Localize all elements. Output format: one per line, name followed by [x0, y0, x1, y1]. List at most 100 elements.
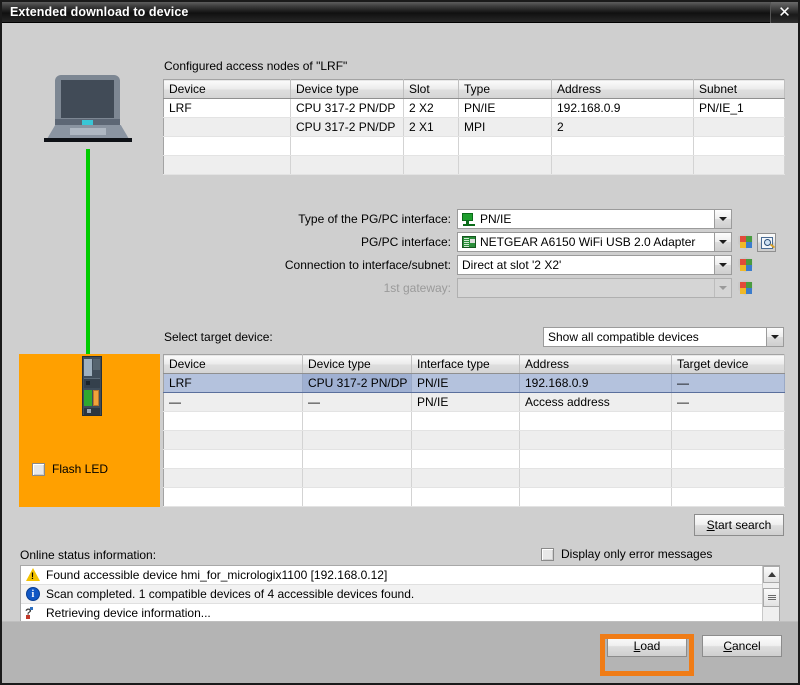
start-search-label: Start search — [707, 518, 772, 532]
display-only-error-messages-checkbox[interactable]: Display only error messages — [541, 547, 712, 561]
cell — [520, 431, 672, 450]
status-message-text: Scan completed. 1 compatible devices of … — [46, 587, 414, 601]
chevron-down-icon[interactable] — [714, 233, 731, 251]
first-gateway-label: 1st gateway: — [163, 281, 451, 295]
cell: — — [164, 393, 303, 412]
col-device[interactable]: Device — [164, 355, 303, 374]
laptop-device-icon — [44, 75, 132, 151]
cell — [164, 118, 291, 137]
network-query-icon: ? — [25, 606, 41, 620]
cell: PN/IE — [412, 374, 520, 393]
table-row[interactable]: LRF CPU 317-2 PN/DP PN/IE 192.168.0.9 — — [164, 374, 785, 393]
close-button[interactable]: ✕ — [770, 2, 798, 23]
interface-properties-button[interactable] — [757, 233, 776, 252]
windows-shield-icon[interactable] — [738, 257, 753, 273]
cell — [412, 431, 520, 450]
chevron-down-icon — [714, 279, 731, 297]
flash-led-checkbox-box[interactable] — [32, 463, 45, 476]
type-of-pgpc-interface-row: Type of the PG/PC interface: PN/IE — [163, 209, 784, 229]
type-of-pgpc-interface-select[interactable]: PN/IE — [457, 209, 732, 229]
col-interface-type[interactable]: Interface type — [412, 355, 520, 374]
cell: Access address — [520, 393, 672, 412]
cancel-button[interactable]: Cancel — [702, 635, 782, 657]
load-button[interactable]: Load — [607, 635, 687, 657]
connection-line-icon — [86, 149, 90, 389]
col-address[interactable]: Address — [552, 80, 694, 99]
cell — [303, 431, 412, 450]
cell — [694, 156, 785, 175]
chevron-down-icon[interactable] — [766, 328, 783, 346]
table-row[interactable] — [164, 156, 785, 175]
type-of-pgpc-interface-label: Type of the PG/PC interface: — [163, 212, 451, 226]
cell — [459, 156, 552, 175]
device-filter-select[interactable]: Show all compatible devices — [543, 327, 784, 347]
cell — [412, 488, 520, 507]
pgpc-interface-select[interactable]: NETGEAR A6150 WiFi USB 2.0 Adapter — [457, 232, 732, 252]
windows-shield-icon[interactable] — [738, 234, 753, 250]
display-only-error-messages-box[interactable] — [541, 548, 554, 561]
cell: CPU 317-2 PN/DP — [291, 99, 404, 118]
cell: — — [672, 374, 785, 393]
cell — [164, 156, 291, 175]
cell — [303, 488, 412, 507]
list-item[interactable]: i Scan completed. 1 compatible devices o… — [21, 585, 779, 604]
load-label: Load — [634, 639, 661, 653]
cell: 2 X1 — [404, 118, 459, 137]
display-only-error-messages-label: Display only error messages — [561, 547, 712, 561]
scroll-up-icon[interactable] — [763, 566, 780, 583]
table-row[interactable] — [164, 431, 785, 450]
table-row[interactable] — [164, 469, 785, 488]
target-device-highlight-panel: Flash LED — [19, 354, 160, 507]
cell — [404, 137, 459, 156]
connection-to-subnet-select[interactable]: Direct at slot '2 X2' — [457, 255, 732, 275]
cell — [412, 450, 520, 469]
info-icon: i — [25, 587, 41, 601]
list-item[interactable]: ! Found accessible device hmi_for_microl… — [21, 566, 779, 585]
first-gateway-select — [457, 278, 732, 298]
cell — [303, 412, 412, 431]
type-of-pgpc-interface-value: PN/IE — [480, 212, 531, 226]
flash-led-checkbox[interactable]: Flash LED — [32, 462, 108, 476]
col-slot[interactable]: Slot — [404, 80, 459, 99]
extended-download-dialog: Extended download to device ✕ — [0, 0, 800, 685]
chevron-down-icon[interactable] — [714, 256, 731, 274]
dialog-body: Flash LED Configured access nodes of "LR… — [2, 23, 798, 621]
cell — [164, 431, 303, 450]
col-subnet[interactable]: Subnet — [694, 80, 785, 99]
table-row[interactable]: LRF CPU 317-2 PN/DP 2 X2 PN/IE 192.168.0… — [164, 99, 785, 118]
table-row[interactable] — [164, 488, 785, 507]
table-row[interactable]: — — PN/IE Access address — — [164, 393, 785, 412]
scroll-thumb[interactable] — [763, 588, 780, 607]
col-target-device[interactable]: Target device — [672, 355, 785, 374]
connection-to-subnet-label: Connection to interface/subnet: — [163, 258, 451, 272]
cell: PN/IE — [412, 393, 520, 412]
table-row[interactable] — [164, 412, 785, 431]
device-graphics-panel: Flash LED — [2, 23, 162, 598]
windows-shield-icon[interactable] — [738, 280, 753, 296]
table-row[interactable] — [164, 137, 785, 156]
col-device-type[interactable]: Device type — [303, 355, 412, 374]
online-status-label: Online status information: — [20, 548, 156, 562]
chevron-down-icon[interactable] — [714, 210, 731, 228]
col-type[interactable]: Type — [459, 80, 552, 99]
cell — [672, 412, 785, 431]
status-message-text: Found accessible device hmi_for_microlog… — [46, 568, 387, 582]
load-rest: oad — [640, 639, 660, 653]
cell: PN/IE — [459, 99, 552, 118]
cell — [520, 488, 672, 507]
connection-to-subnet-value: Direct at slot '2 X2' — [462, 258, 581, 272]
dialog-footer: Load Cancel — [2, 621, 798, 683]
cell — [672, 450, 785, 469]
access-nodes-table: Device Device type Slot Type Address Sub… — [163, 79, 785, 175]
col-address[interactable]: Address — [520, 355, 672, 374]
col-device-type[interactable]: Device type — [291, 80, 404, 99]
start-search-button[interactable]: Start search — [694, 514, 784, 536]
table-row[interactable] — [164, 450, 785, 469]
table-row[interactable]: CPU 317-2 PN/DP 2 X1 MPI 2 — [164, 118, 785, 137]
cell — [672, 431, 785, 450]
col-device[interactable]: Device — [164, 80, 291, 99]
cell — [672, 469, 785, 488]
cell — [164, 469, 303, 488]
close-icon: ✕ — [778, 5, 791, 20]
pgpc-interface-label: PG/PC interface: — [163, 235, 451, 249]
